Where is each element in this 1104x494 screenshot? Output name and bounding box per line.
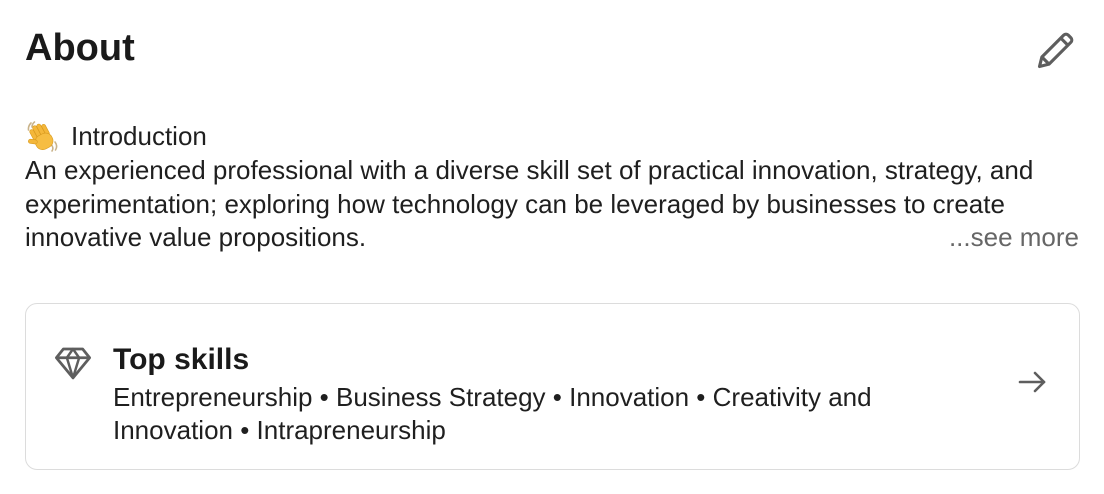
diamond-icon (54, 347, 92, 380)
edit-about-button[interactable] (1030, 24, 1082, 76)
top-skills-list: Entrepreneurship • Business Strategy • I… (113, 382, 872, 445)
waving-hand-icon (27, 121, 58, 152)
about-body: Introduction An experienced professional… (25, 120, 1085, 255)
about-description: An experienced professional with a diver… (25, 155, 1034, 252)
see-more-link[interactable]: ...see more (940, 221, 1079, 255)
intro-line: Introduction (25, 120, 1085, 154)
top-skills-card[interactable]: Top skills Entrepreneurship • Business S… (25, 303, 1080, 470)
section-title: About (25, 27, 135, 69)
top-skills-title: Top skills (113, 343, 250, 376)
intro-heading: Introduction (71, 121, 207, 152)
about-description-wrap: An experienced professional with a diver… (25, 154, 1085, 255)
pencil-icon (1037, 32, 1074, 69)
arrow-right-icon[interactable] (1016, 367, 1050, 397)
about-section: About Introduction An experienced profes… (0, 0, 1104, 494)
